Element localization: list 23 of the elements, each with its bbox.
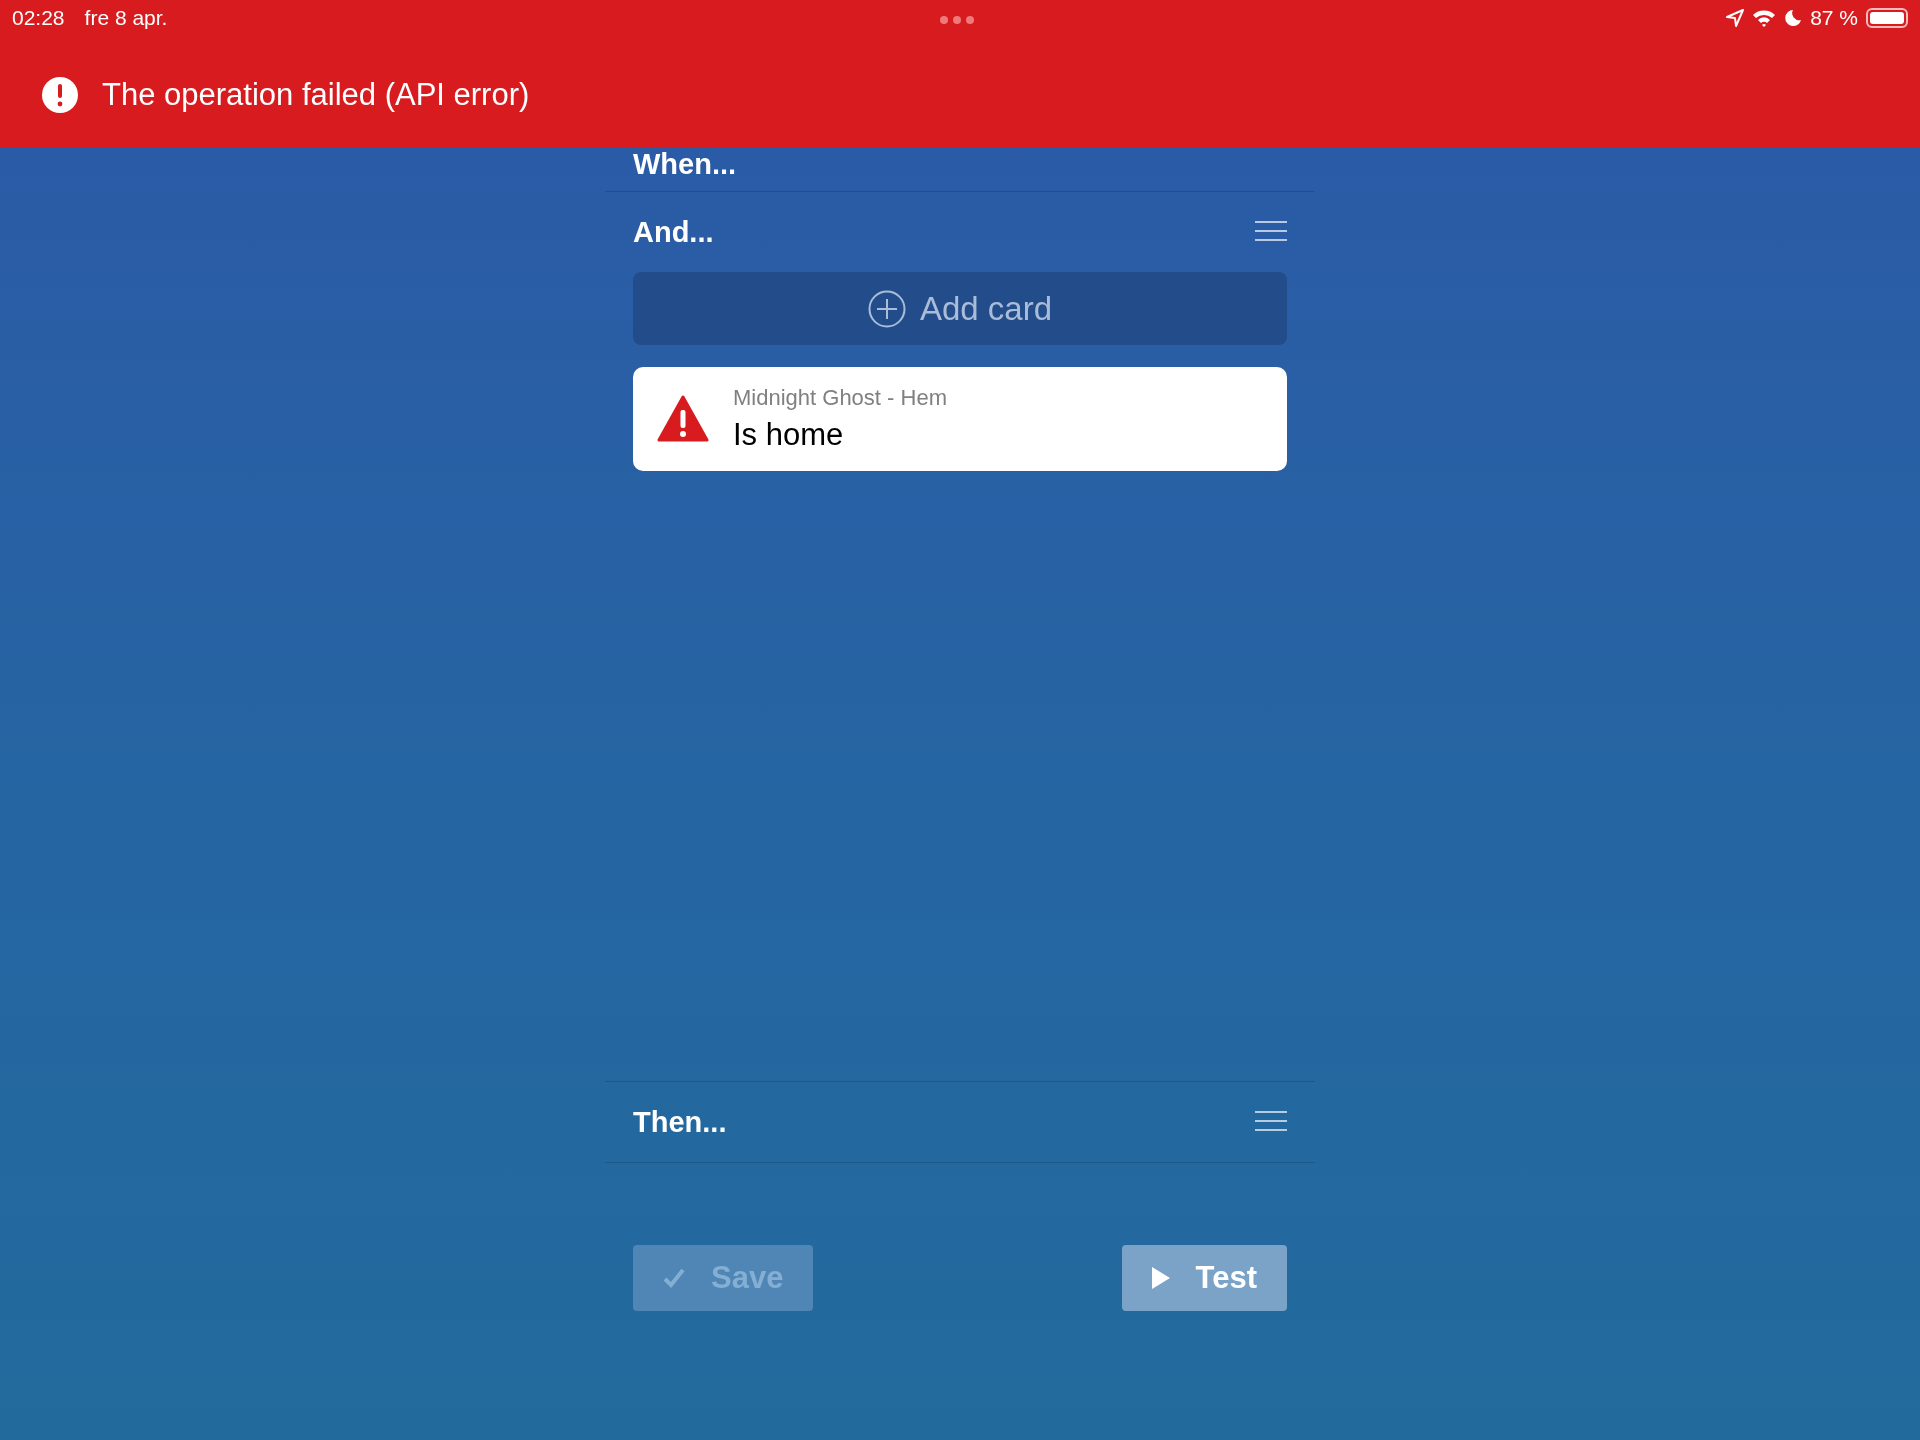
section-title: Then... (633, 1105, 727, 1139)
location-arrow-icon (1726, 9, 1745, 27)
menu-icon (1255, 1110, 1287, 1131)
wifi-icon (1752, 9, 1777, 27)
condition-card[interactable]: Midnight Ghost - Hem Is home (633, 367, 1287, 471)
section-title: When... (633, 148, 737, 180)
play-icon (1151, 1267, 1170, 1289)
battery-percentage: 87 % (1810, 6, 1858, 30)
moon-icon (1784, 9, 1803, 27)
error-message: The operation failed (API error) (102, 77, 530, 113)
plus-circle-icon (867, 289, 906, 328)
multitasking-dots-icon[interactable] (940, 16, 974, 24)
battery-icon (1866, 8, 1908, 28)
device-name: Midnight Ghost - Hem (733, 385, 947, 411)
section-title: And... (633, 215, 714, 249)
test-button[interactable]: Test (1121, 1245, 1287, 1311)
status-time: 02:28 (12, 6, 65, 30)
menu-icon (1255, 220, 1287, 241)
status-date: fre 8 apr. (84, 6, 168, 30)
alert-icon (42, 77, 78, 113)
checkmark-icon (663, 1268, 685, 1288)
add-card-button[interactable]: Add card (633, 272, 1287, 345)
condition-text: Is home (733, 417, 845, 453)
